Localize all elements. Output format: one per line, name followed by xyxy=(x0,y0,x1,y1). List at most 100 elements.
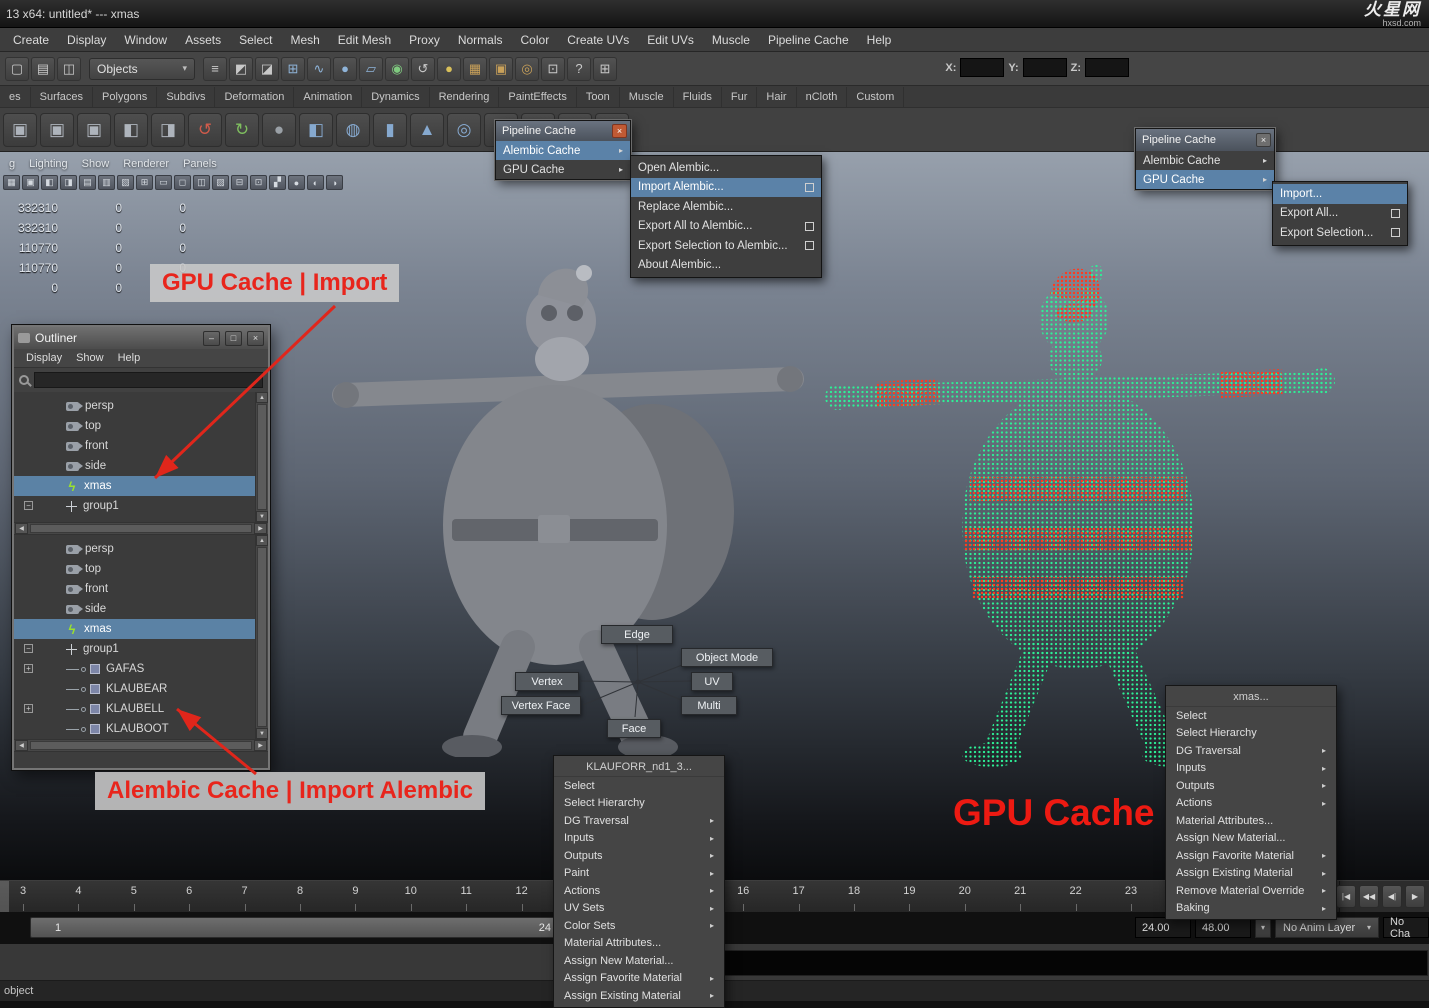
marking-item-uv[interactable]: UV xyxy=(691,672,733,691)
render-current-frame-icon[interactable]: ▣ xyxy=(489,57,513,81)
scroll-left-icon[interactable]: ◀ xyxy=(15,523,28,534)
menu-item-inputs[interactable]: Inputs▸ xyxy=(1166,760,1336,778)
select-by-object-icon[interactable]: ◩ xyxy=(229,57,253,81)
option-box-icon[interactable] xyxy=(1391,228,1400,237)
snap-to-curves-icon[interactable]: ∿ xyxy=(307,57,331,81)
menu-item-outputs[interactable]: Outputs▸ xyxy=(1166,777,1336,795)
outliner-item-gafas[interactable]: +GAFAS xyxy=(14,659,255,679)
outliner-item-side[interactable]: side xyxy=(14,599,255,619)
play-forward-button[interactable]: ▶ xyxy=(1405,885,1425,908)
z-coordinate-input[interactable] xyxy=(1085,58,1129,77)
scrollbar-thumb[interactable] xyxy=(30,524,252,533)
render-camera-icon[interactable]: ▣ xyxy=(3,113,37,147)
shelf-tab-surfaces[interactable]: Surfaces xyxy=(31,87,93,107)
scrollbar-thumb[interactable] xyxy=(30,741,252,750)
outliner-item-group1[interactable]: −group1 xyxy=(14,496,255,516)
outliner-item-front[interactable]: front xyxy=(14,436,255,456)
outliner-item-xmas[interactable]: ϟxmas xyxy=(14,619,255,639)
y-coordinate-input[interactable] xyxy=(1023,58,1067,77)
shelf-tab-fluids[interactable]: Fluids xyxy=(674,87,722,107)
scroll-right-icon[interactable]: ▶ xyxy=(254,523,267,534)
shelf-tab-animation[interactable]: Animation xyxy=(294,87,362,107)
outliner-item-persp[interactable]: persp xyxy=(14,539,255,559)
expand-icon[interactable]: + xyxy=(24,664,33,673)
anim-layer-dropdown[interactable]: No Anim Layer ▾ xyxy=(1275,917,1379,938)
menu-item-baking[interactable]: Baking▸ xyxy=(1166,900,1336,918)
menu-item-open-alembic[interactable]: Open Alembic... xyxy=(631,158,821,178)
poly-cone-icon[interactable]: ▲ xyxy=(410,113,444,147)
gray-sphere-icon[interactable]: ● xyxy=(262,113,296,147)
menu-create-uvs[interactable]: Create UVs xyxy=(558,28,638,52)
option-box-icon[interactable] xyxy=(1391,209,1400,218)
menu-item-select-hierarchy[interactable]: Select Hierarchy xyxy=(554,795,724,813)
scrollbar-thumb[interactable] xyxy=(257,404,267,510)
slate-icon[interactable]: ◨ xyxy=(151,113,185,147)
scroll-right-icon[interactable]: ▶ xyxy=(254,740,267,751)
menu-item-export-selection-to-alembic[interactable]: Export Selection to Alembic... xyxy=(631,236,821,256)
scroll-up-icon[interactable]: ▲ xyxy=(256,535,268,546)
menu-item-import[interactable]: Import... xyxy=(1273,184,1407,204)
marking-item-vertex[interactable]: Vertex xyxy=(515,672,579,691)
snap-to-points-icon[interactable]: ● xyxy=(333,57,357,81)
menu-mesh[interactable]: Mesh xyxy=(281,28,328,52)
menu-muscle[interactable]: Muscle xyxy=(703,28,759,52)
option-box-icon[interactable] xyxy=(805,222,814,231)
menu-item-inputs[interactable]: Inputs▸ xyxy=(554,830,724,848)
rotate-cw-icon[interactable]: ↻ xyxy=(225,113,259,147)
poly-torus-icon[interactable]: ◎ xyxy=(447,113,481,147)
clapper-icon[interactable]: ◧ xyxy=(114,113,148,147)
panel-menu-panels[interactable]: Panels xyxy=(176,158,224,170)
shelf-tab-dynamics[interactable]: Dynamics xyxy=(362,87,429,107)
shelf-tab-custom[interactable]: Custom xyxy=(847,87,904,107)
close-icon[interactable]: × xyxy=(1256,133,1271,147)
command-line-input[interactable] xyxy=(700,950,1428,976)
make-live-icon[interactable]: ◉ xyxy=(385,57,409,81)
minimize-button[interactable]: – xyxy=(203,331,220,346)
shelf-tab-muscle[interactable]: Muscle xyxy=(620,87,674,107)
vertical-scrollbar[interactable]: ▲ ▼ xyxy=(255,392,268,522)
grid-icon[interactable]: ⊞ xyxy=(136,175,153,190)
go-to-start-button[interactable]: |◀ xyxy=(1336,885,1356,908)
menu-item-remove-material-override[interactable]: Remove Material Override▸ xyxy=(1166,882,1336,900)
menu-item-paint[interactable]: Paint▸ xyxy=(554,865,724,883)
open-render-view-icon[interactable]: ▦ xyxy=(463,57,487,81)
shaded-mode-icon[interactable]: ● xyxy=(288,175,305,190)
shelf-tab-rendering[interactable]: Rendering xyxy=(430,87,500,107)
new-scene-icon[interactable]: ▢ xyxy=(5,57,29,81)
menu-item-replace-alembic[interactable]: Replace Alembic... xyxy=(631,197,821,217)
outliner-menu-show[interactable]: Show xyxy=(70,352,110,364)
menu-item-about-alembic[interactable]: About Alembic... xyxy=(631,256,821,276)
poly-sphere-icon[interactable]: ◍ xyxy=(336,113,370,147)
outliner-menu-display[interactable]: Display xyxy=(20,352,68,364)
outliner-item-top[interactable]: top xyxy=(14,559,255,579)
lock-camera-icon[interactable]: ▣ xyxy=(22,175,39,190)
snap-to-grids-icon[interactable]: ⊞ xyxy=(281,57,305,81)
gate-mask-icon[interactable]: ◫ xyxy=(193,175,210,190)
lock-icon[interactable]: ● xyxy=(437,57,461,81)
marking-item-face[interactable]: Face xyxy=(607,719,661,738)
shelf-tab-toon[interactable]: Toon xyxy=(577,87,620,107)
menu-proxy[interactable]: Proxy xyxy=(400,28,449,52)
menu-select[interactable]: Select xyxy=(230,28,281,52)
menu-item-export-all[interactable]: Export All... xyxy=(1273,204,1407,224)
two-d-pan-zoom-icon[interactable]: ▥ xyxy=(98,175,115,190)
camera-aim-icon[interactable]: ▣ xyxy=(40,113,74,147)
menu-item-gpu-cache[interactable]: GPU Cache▸ xyxy=(496,160,630,179)
safe-action-icon[interactable]: ⊟ xyxy=(231,175,248,190)
menu-item-alembic-cache[interactable]: Alembic Cache▸ xyxy=(496,141,630,160)
image-plane-icon[interactable]: ▤ xyxy=(79,175,96,190)
outliner-item-klauboot[interactable]: KLAUBOOT xyxy=(14,719,255,739)
collapse-icon[interactable]: − xyxy=(24,501,33,510)
end-time-field[interactable]: 24.00 xyxy=(1135,917,1191,938)
menu-item-export-all-to-alembic[interactable]: Export All to Alembic... xyxy=(631,217,821,237)
step-back-key-button[interactable]: ◀◀ xyxy=(1359,885,1379,908)
shelf-tab-fur[interactable]: Fur xyxy=(722,87,758,107)
marking-item-vertex-face[interactable]: Vertex Face xyxy=(501,696,581,715)
shelf-tab-es[interactable]: es xyxy=(0,87,31,107)
speed-dropdown-button[interactable]: ▾ xyxy=(1255,917,1271,938)
outliner-menu-help[interactable]: Help xyxy=(112,352,147,364)
outliner-item-persp[interactable]: persp xyxy=(14,396,255,416)
outliner-search-input[interactable] xyxy=(34,372,263,388)
menu-item-gpu-cache[interactable]: GPU Cache▸ xyxy=(1136,170,1274,189)
horizontal-scrollbar[interactable]: ◀ ▶ xyxy=(14,739,268,752)
